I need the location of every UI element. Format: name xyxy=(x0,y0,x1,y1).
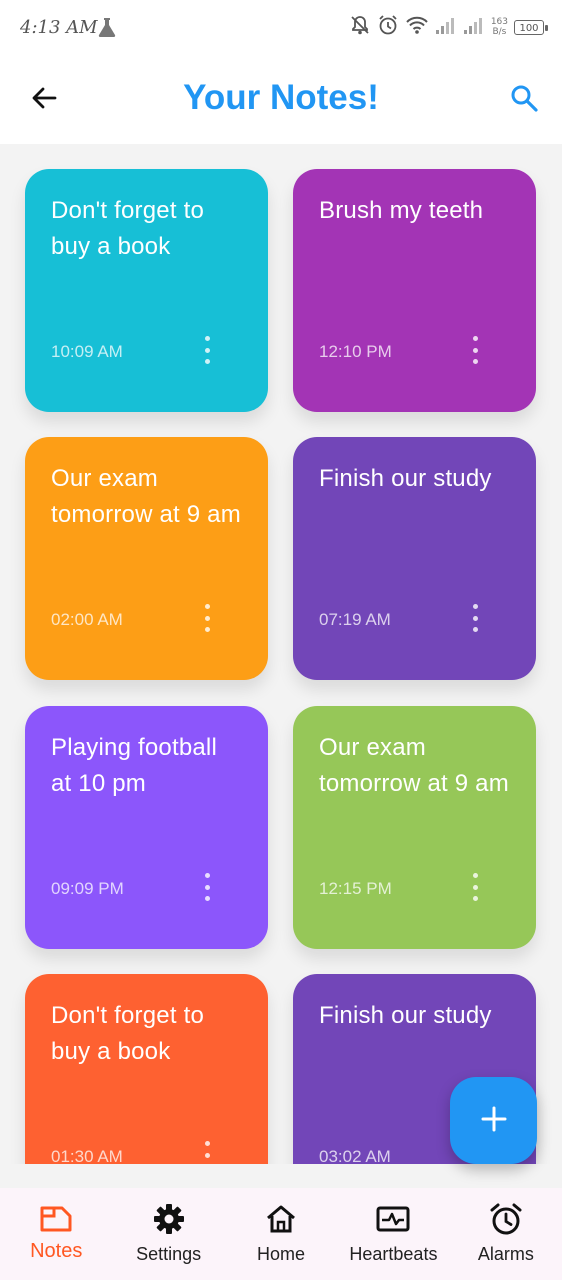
notes-grid: Don't forget to buy a book 10:09 AM Brus… xyxy=(0,144,562,1164)
signal-icon-2 xyxy=(463,15,485,39)
plus-icon xyxy=(481,1106,507,1136)
note-title: Our exam tomorrow at 9 am xyxy=(319,734,509,797)
network-speed-unit: B/s xyxy=(492,27,507,37)
status-time: 4:13 AM xyxy=(20,17,98,38)
status-bar: 4:13 AM 163 B/s 100 xyxy=(0,0,562,58)
search-button[interactable] xyxy=(506,82,542,118)
signal-icon xyxy=(435,15,457,39)
note-card[interactable]: Brush my teeth 12:10 PM xyxy=(293,169,536,412)
app-bar: Your Notes! xyxy=(0,58,562,144)
alarm-clock-icon xyxy=(489,1202,523,1236)
nav-label: Alarms xyxy=(477,1244,534,1264)
nav-item-notes[interactable]: Notes xyxy=(0,1188,112,1280)
more-vert-icon[interactable] xyxy=(463,604,487,632)
search-icon xyxy=(509,83,539,117)
more-vert-icon[interactable] xyxy=(195,336,219,364)
more-vert-icon[interactable] xyxy=(463,873,487,901)
note-time: 12:10 PM xyxy=(319,342,392,361)
note-card[interactable]: Our exam tomorrow at 9 am 02:00 AM xyxy=(25,437,268,680)
bottom-navigation: Notes Settings Home Heartbeats Alarms xyxy=(0,1188,562,1280)
nav-item-alarms[interactable]: Alarms xyxy=(450,1188,562,1280)
more-vert-icon[interactable] xyxy=(195,1141,219,1164)
home-icon xyxy=(264,1202,298,1236)
page-title: Your Notes! xyxy=(183,78,379,117)
battery-icon: 100 xyxy=(514,19,548,35)
gear-icon xyxy=(152,1202,186,1236)
wifi-icon xyxy=(405,15,429,39)
note-card[interactable]: Finish our study 07:19 AM xyxy=(293,437,536,680)
note-title: Our exam tomorrow at 9 am xyxy=(51,465,241,528)
alarm-status-icon xyxy=(377,14,399,40)
add-note-button[interactable] xyxy=(450,1077,537,1164)
note-title: Don't forget to buy a book xyxy=(51,1002,204,1065)
nav-item-heartbeats[interactable]: Heartbeats xyxy=(337,1188,449,1280)
note-card[interactable]: Don't forget to buy a book 10:09 AM xyxy=(25,169,268,412)
note-card[interactable]: Our exam tomorrow at 9 am 12:15 PM xyxy=(293,706,536,949)
notifications-off-icon xyxy=(349,14,371,40)
more-vert-icon[interactable] xyxy=(195,604,219,632)
note-time: 09:09 PM xyxy=(51,879,124,898)
nav-item-settings[interactable]: Settings xyxy=(112,1188,224,1280)
nav-label: Notes xyxy=(30,1240,83,1262)
flask-icon xyxy=(96,16,118,42)
nav-item-home[interactable]: Home xyxy=(225,1188,337,1280)
network-speed-value: 163 xyxy=(490,17,508,27)
note-icon xyxy=(39,1202,73,1236)
nav-label: Home xyxy=(257,1244,306,1264)
heartbeat-icon xyxy=(376,1202,410,1236)
status-icons: 163 B/s 100 xyxy=(349,14,548,40)
note-time: 03:02 AM xyxy=(319,1147,391,1164)
more-vert-icon[interactable] xyxy=(463,336,487,364)
nav-label: Heartbeats xyxy=(349,1244,438,1264)
network-speed: 163 B/s xyxy=(491,17,508,37)
note-time: 12:15 PM xyxy=(319,879,392,898)
note-title: Playing football at 10 pm xyxy=(51,734,217,797)
note-time: 01:30 AM xyxy=(51,1147,123,1164)
note-card[interactable]: Playing football at 10 pm 09:09 PM xyxy=(25,706,268,949)
more-vert-icon[interactable] xyxy=(195,873,219,901)
note-time: 02:00 AM xyxy=(51,610,123,629)
note-title: Finish our study xyxy=(319,1002,492,1029)
battery-level: 100 xyxy=(519,22,539,34)
nav-label: Settings xyxy=(136,1244,202,1264)
note-title: Don't forget to buy a book xyxy=(51,197,204,260)
note-title: Finish our study xyxy=(319,465,492,492)
note-time: 07:19 AM xyxy=(319,610,391,629)
note-title: Brush my teeth xyxy=(319,197,484,224)
note-time: 10:09 AM xyxy=(51,342,123,361)
note-card[interactable]: Don't forget to buy a book 01:30 AM xyxy=(25,974,268,1164)
